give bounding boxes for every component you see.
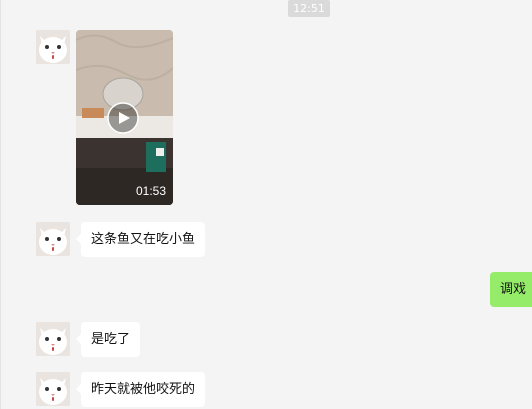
play-icon[interactable]: [107, 102, 139, 134]
message-timestamp: 12:51: [288, 0, 330, 17]
message-bubble[interactable]: 是吃了: [75, 322, 141, 357]
video-message[interactable]: 01:53: [76, 30, 173, 205]
message-bubble[interactable]: 这条鱼又在吃小鱼: [75, 222, 206, 257]
contact-avatar[interactable]: [36, 222, 70, 256]
contact-avatar[interactable]: [36, 30, 70, 64]
video-duration: 01:53: [135, 184, 166, 198]
cat-avatar-icon: [36, 30, 70, 64]
chat-area: 12:51 01:53 这条鱼又在吃小鱼 调戏 是吃了 昨天就被他咬死的: [0, 0, 532, 409]
contact-avatar[interactable]: [36, 322, 70, 356]
cat-avatar-icon: [36, 222, 70, 256]
message-bubble[interactable]: 昨天就被他咬死的: [75, 372, 206, 407]
cat-avatar-icon: [36, 322, 70, 356]
message-bubble[interactable]: 调戏: [490, 272, 532, 307]
cat-avatar-icon: [36, 372, 70, 406]
contact-avatar[interactable]: [36, 372, 70, 406]
